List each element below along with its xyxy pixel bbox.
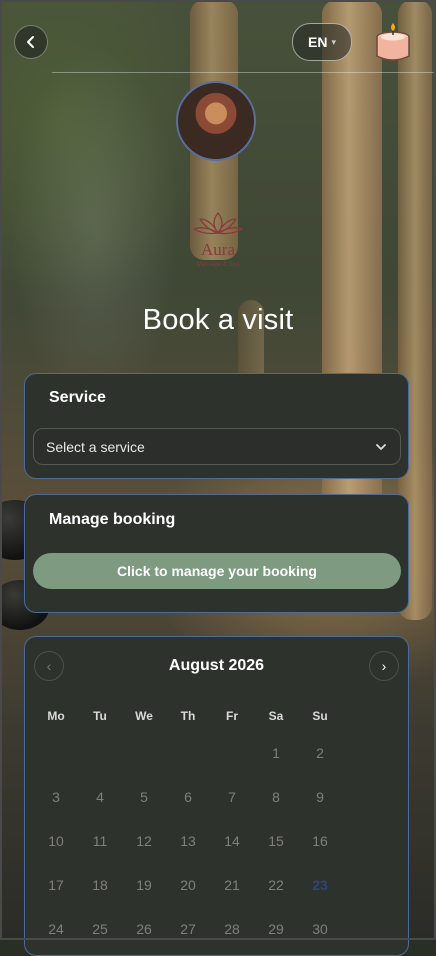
calendar-day[interactable]: 18 — [78, 863, 122, 907]
brand-name: Aura — [201, 240, 235, 259]
weekday-label: Sa — [268, 709, 284, 723]
calendar-day[interactable]: 28 — [210, 907, 254, 951]
calendar-day[interactable]: 12 — [122, 819, 166, 863]
calendar-empty-cell — [34, 731, 78, 775]
calendar-day[interactable]: 11 — [78, 819, 122, 863]
calendar-day[interactable]: 2 — [298, 731, 342, 775]
calendar-day[interactable]: 13 — [166, 819, 210, 863]
language-label: EN — [308, 34, 328, 50]
calendar-day[interactable]: 8 — [254, 775, 298, 819]
weekday-label: Su — [312, 709, 328, 723]
service-card: Service Select a service — [24, 373, 409, 479]
service-select[interactable]: Select a service — [33, 428, 401, 465]
weekday-label: Th — [180, 709, 196, 723]
candle-icon[interactable] — [373, 22, 413, 64]
calendar-day[interactable]: 1 — [254, 731, 298, 775]
calendar-empty-cell — [210, 731, 254, 775]
manage-booking-card: Manage booking Click to manage your book… — [24, 494, 409, 613]
calendar-month-label: August 2026 — [168, 657, 265, 674]
therapist-avatar — [176, 81, 256, 161]
header-divider — [52, 72, 436, 73]
calendar-day[interactable]: 25 — [78, 907, 122, 951]
calendar-empty-cell — [122, 731, 166, 775]
calendar-empty-cell — [166, 731, 210, 775]
calendar-day[interactable]: 20 — [166, 863, 210, 907]
calendar-day[interactable]: 6 — [166, 775, 210, 819]
page-title: Book a visit — [142, 304, 294, 336]
calendar-day[interactable]: 16 — [298, 819, 342, 863]
calendar-day[interactable]: 5 — [122, 775, 166, 819]
calendar-day[interactable]: 22 — [254, 863, 298, 907]
calendar-empty-cell — [78, 731, 122, 775]
calendar-day[interactable]: 29 — [254, 907, 298, 951]
calendar-day[interactable]: 10 — [34, 819, 78, 863]
calendar-day[interactable]: 17 — [34, 863, 78, 907]
weekday-label: Fr — [226, 709, 238, 723]
calendar-day[interactable]: 24 — [34, 907, 78, 951]
calendar-day[interactable]: 27 — [166, 907, 210, 951]
caret-down-icon: ▾ — [331, 37, 336, 47]
calendar-day[interactable]: 14 — [210, 819, 254, 863]
calendar-card: ‹ August 2026 › Mo Tu We Th Fr Sa Su 1 2 3 4 5 6 7 8 9 1… — [24, 636, 409, 956]
calendar-grid: Mo Tu We Th Fr Sa Su 1 2 3 4 5 6 7 8 9 10 11 12 13 14 15 16 17 1… — [34, 709, 402, 951]
calendar-day[interactable]: 9 — [298, 775, 342, 819]
calendar-next-button[interactable]: › — [369, 651, 399, 681]
calendar-day[interactable]: 30 — [298, 907, 342, 951]
weekday-label: Tu — [93, 709, 107, 723]
manage-booking-title: Manage booking — [49, 511, 176, 528]
chevron-down-icon — [376, 443, 386, 450]
service-title: Service — [49, 389, 106, 406]
calendar-day[interactable]: 21 — [210, 863, 254, 907]
calendar-day[interactable]: 23 — [298, 863, 342, 907]
lotus-icon: Aura Massage & Spa — [193, 212, 243, 268]
chevron-left-icon — [27, 36, 34, 48]
brand-tagline: Massage & Spa — [197, 262, 240, 268]
calendar-day[interactable]: 4 — [78, 775, 122, 819]
calendar-day[interactable]: 7 — [210, 775, 254, 819]
manage-booking-button[interactable]: Click to manage your booking — [33, 553, 401, 589]
weekday-label: We — [135, 709, 153, 723]
calendar-day[interactable]: 3 — [34, 775, 78, 819]
service-select-placeholder: Select a service — [46, 438, 145, 455]
language-selector[interactable]: EN ▾ — [292, 23, 352, 61]
back-button[interactable] — [14, 25, 48, 59]
calendar-day[interactable]: 15 — [254, 819, 298, 863]
calendar-day[interactable]: 26 — [122, 907, 166, 951]
weekday-label: Mo — [47, 709, 65, 723]
calendar-day[interactable]: 19 — [122, 863, 166, 907]
